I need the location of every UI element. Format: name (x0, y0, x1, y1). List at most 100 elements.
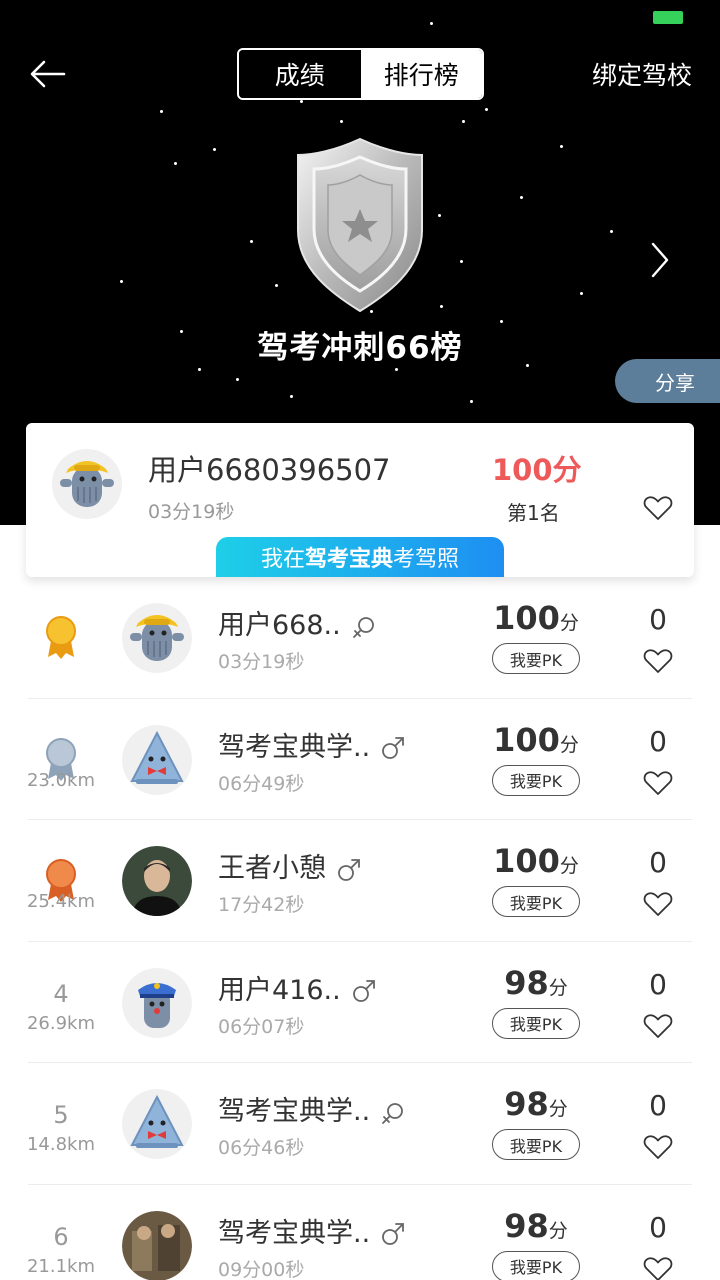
avatar[interactable] (122, 1210, 192, 1280)
star-dot (580, 292, 583, 295)
leaderboard-row[interactable]: 25.4km 王者小憩 17分42秒 100分 我要PK 0 (0, 820, 720, 942)
like-count: 0 (649, 846, 667, 879)
star-dot (174, 162, 177, 165)
star-dot (520, 196, 523, 199)
leaderboard-list: 用户668.. 03分19秒 100分 我要PK 0 23.0km 驾考宝典学.. 06分49… (0, 577, 720, 1280)
rank-medal-icon (44, 615, 78, 659)
leaderboard-row[interactable]: 4 26.9km 用户416.. 06分07秒 98分 我要PK 0 (0, 942, 720, 1063)
avatar[interactable] (122, 967, 192, 1038)
like-count: 0 (649, 603, 667, 636)
leaderboard-row[interactable]: 用户668.. 03分19秒 100分 我要PK 0 (0, 577, 720, 699)
star-dot (160, 110, 163, 113)
heart-outline-icon[interactable] (643, 1256, 673, 1280)
pk-button[interactable]: 我要PK (492, 1250, 580, 1280)
username: 驾考宝典学.. (218, 1211, 406, 1250)
avatar[interactable] (122, 603, 192, 673)
username-text: 用户416.. (218, 974, 341, 1006)
star-dot (438, 214, 441, 217)
score: 100分 (486, 721, 586, 759)
heart-outline-icon[interactable] (643, 1013, 673, 1039)
username-text: 驾考宝典学.. (218, 1217, 371, 1249)
score-value: 98 (504, 1206, 549, 1245)
promo-banner[interactable]: 我在 驾考宝典 考驾照 (216, 537, 504, 577)
score-unit: 分 (559, 733, 579, 756)
score-value: 100 (493, 842, 560, 880)
star-dot (462, 120, 465, 123)
heart-outline-icon[interactable] (643, 495, 673, 521)
leaderboard-row[interactable]: 23.0km 驾考宝典学.. 06分49秒 100分 我要PK 0 (0, 699, 720, 820)
score-unit: 分 (548, 1219, 568, 1242)
star-dot (460, 260, 463, 263)
heart-outline-icon[interactable] (643, 1134, 673, 1160)
promo-suffix: 考驾照 (393, 547, 460, 572)
score-value: 98 (504, 1085, 549, 1123)
pk-button[interactable]: 我要PK (492, 1129, 580, 1160)
pk-button[interactable]: 我要PK (492, 886, 580, 917)
heart-outline-icon[interactable] (643, 648, 673, 674)
star-dot (610, 230, 613, 233)
heart-outline-icon[interactable] (643, 891, 673, 917)
username-text: 驾考宝典学.. (218, 1096, 371, 1127)
rank-number: 6 (53, 1222, 69, 1251)
pk-button[interactable]: 我要PK (492, 643, 580, 674)
star-dot (470, 400, 473, 403)
my-username: 用户6680396507 (148, 453, 391, 487)
score-unit: 分 (559, 855, 579, 877)
finish-time: 09分00秒 (218, 1258, 305, 1280)
my-avatar (52, 449, 122, 519)
username: 驾考宝典学.. (218, 1089, 406, 1128)
distance: 14.8km (26, 1134, 96, 1155)
leaderboard-row[interactable]: 5 14.8km 驾考宝典学.. 06分46秒 98分 我要PK 0 (0, 1063, 720, 1185)
avatar[interactable] (122, 846, 192, 916)
rank-number: 4 (53, 979, 69, 1008)
star-dot (275, 284, 278, 287)
score: 98分 (486, 964, 586, 1002)
leaderboard-row[interactable]: 6 21.1km 驾考宝典学.. 09分00秒 98分我要PK 0 (0, 1185, 720, 1280)
star-dot (395, 368, 398, 371)
my-score: 100分 (492, 453, 582, 487)
star-dot (485, 108, 488, 111)
male-symbol-icon (382, 737, 405, 759)
star-dot (300, 100, 303, 103)
share-button[interactable]: 分享 (615, 359, 720, 403)
back-arrow-icon[interactable] (28, 55, 68, 95)
star-dot (250, 240, 253, 243)
pk-button[interactable]: 我要PK (492, 764, 580, 796)
female-symbol-icon (382, 1102, 404, 1124)
avatar[interactable] (122, 724, 192, 795)
finish-time: 03分19秒 (218, 651, 305, 673)
heart-outline-icon[interactable] (643, 770, 673, 796)
my-result-card: 用户6680396507 03分19秒 100分 第1名 我在 驾考宝典 考驾照 (26, 423, 694, 577)
score: 98分 (486, 1085, 586, 1123)
male-symbol-icon (382, 1223, 405, 1245)
my-rank: 第1名 (507, 501, 560, 525)
score-unit: 分 (559, 612, 579, 634)
score-unit: 分 (548, 976, 568, 999)
like-count: 0 (649, 1210, 667, 1244)
username-text: 王者小憩 (218, 853, 326, 884)
male-symbol-icon (352, 980, 375, 1002)
distance: 21.1km (26, 1255, 96, 1277)
bind-school-button[interactable]: 绑定驾校 (592, 56, 692, 92)
promo-brand: 驾考宝典 (304, 547, 393, 572)
score: 100分 (486, 842, 586, 880)
leaderboard-title: 驾考冲刺66榜 (257, 330, 463, 366)
chevron-right-icon[interactable] (645, 238, 675, 282)
pk-button[interactable]: 我要PK (492, 1007, 580, 1039)
silver-shield-badge-icon (297, 137, 423, 313)
finish-time: 06分07秒 (218, 1015, 305, 1038)
tab-leaderboard[interactable]: 排行榜 (360, 50, 482, 98)
username: 驾考宝典学.. (218, 725, 406, 764)
username: 用户416.. (218, 968, 377, 1007)
battery-icon (653, 11, 683, 24)
username-text: 驾考宝典学.. (218, 731, 371, 763)
score-unit: 分 (548, 1098, 568, 1120)
star-dot (198, 368, 201, 371)
avatar[interactable] (122, 1089, 192, 1159)
username-text: 用户668.. (218, 610, 341, 641)
star-dot (440, 305, 443, 308)
tab-score[interactable]: 成绩 (239, 50, 361, 98)
like-count: 0 (649, 724, 667, 758)
rank-number: 5 (53, 1101, 69, 1129)
like-count: 0 (649, 967, 667, 1001)
